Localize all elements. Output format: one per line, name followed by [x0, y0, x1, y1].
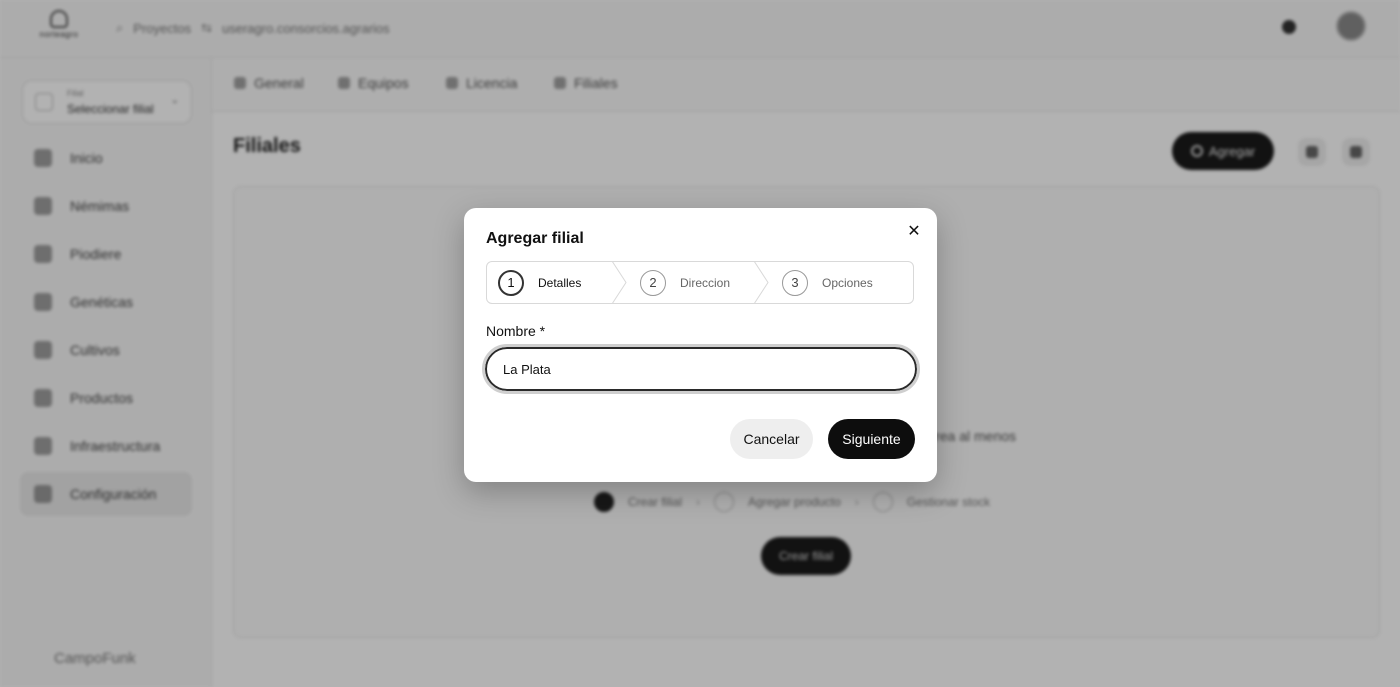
step-number: 1: [498, 269, 524, 296]
name-field[interactable]: [482, 344, 920, 394]
dialog-title: Agregar filial: [486, 230, 584, 247]
cancel-button[interactable]: Cancelar: [730, 419, 813, 459]
add-branch-dialog: Agregar filial ✕ 1 Detalles 2 Direccion …: [464, 208, 937, 482]
step-chevron-icon: [612, 262, 627, 303]
next-button[interactable]: Siguiente: [828, 419, 915, 459]
stepper: 1 Detalles 2 Direccion 3 Opciones: [486, 261, 914, 304]
close-icon[interactable]: ✕: [904, 221, 924, 241]
step-opciones[interactable]: 3 Opciones: [782, 262, 873, 303]
step-number: 2: [640, 269, 666, 296]
step-number: 3: [782, 269, 808, 296]
step-label: Direccion: [680, 275, 731, 290]
step-chevron-icon: [754, 262, 769, 303]
step-direccion[interactable]: 2 Direccion: [640, 262, 730, 303]
step-label: Opciones: [822, 275, 873, 290]
step-detalles[interactable]: 1 Detalles: [498, 262, 581, 303]
name-field-label: Nombre *: [486, 323, 546, 339]
step-label: Detalles: [538, 275, 582, 290]
